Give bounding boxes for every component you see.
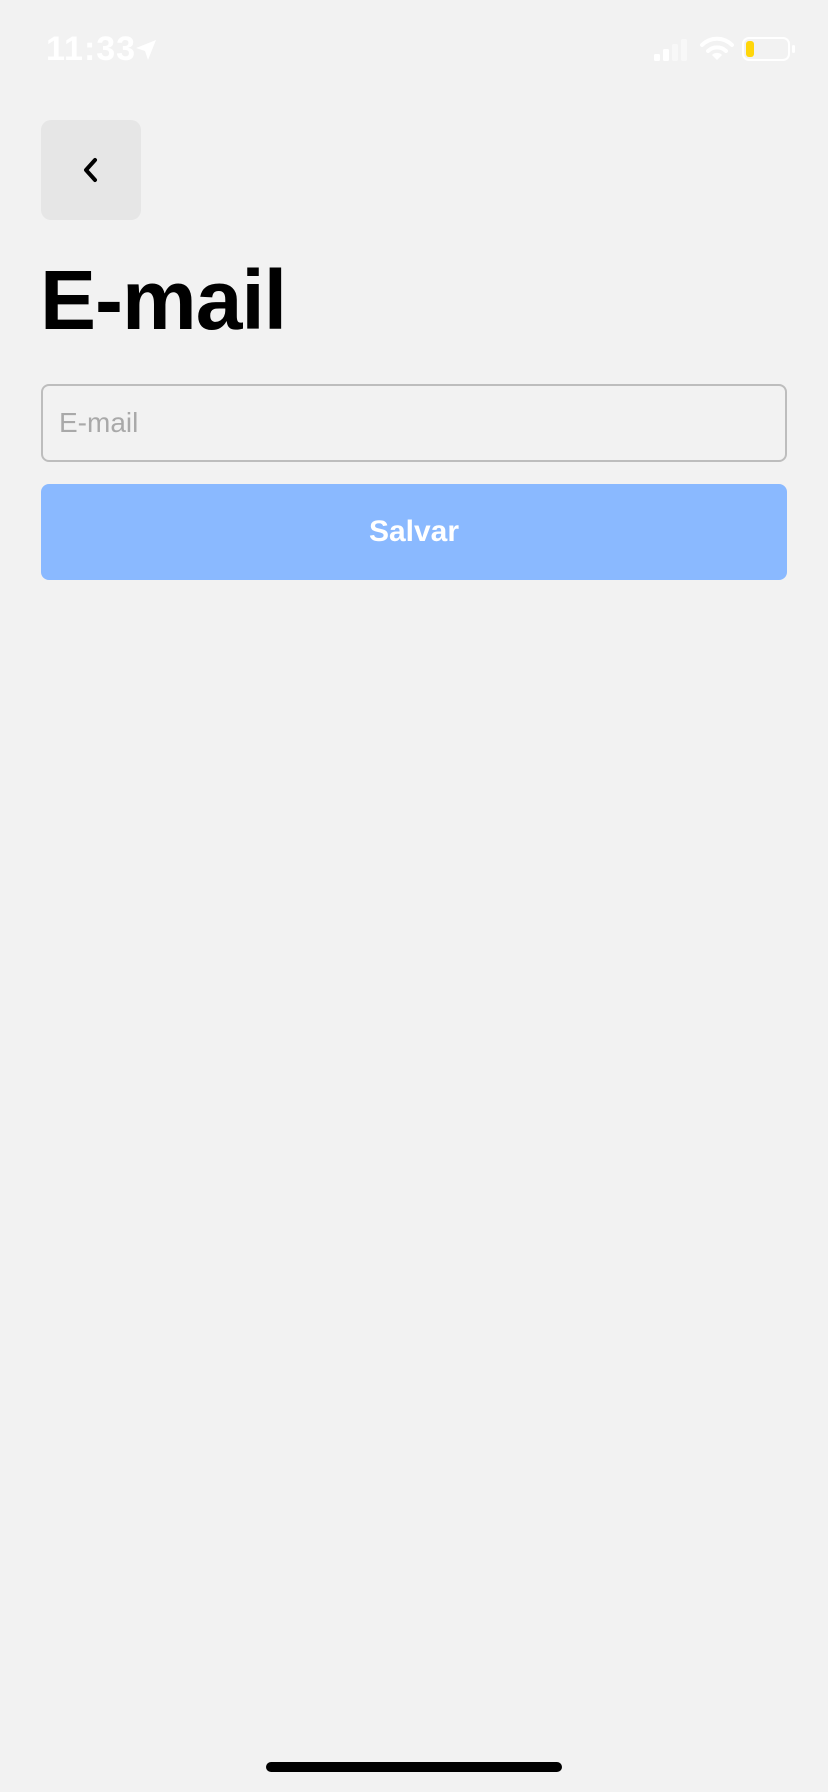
email-field[interactable]	[41, 384, 787, 462]
back-button[interactable]	[41, 120, 141, 220]
save-button[interactable]: Salvar	[41, 484, 787, 580]
status-bar: 11:33	[0, 0, 828, 100]
chevron-left-icon	[84, 158, 97, 182]
wifi-icon	[700, 36, 734, 60]
location-arrow-icon	[136, 40, 156, 60]
home-indicator[interactable]	[266, 1762, 562, 1772]
battery-icon	[742, 37, 795, 61]
cellular-signal-icon	[654, 39, 687, 61]
page-title: E-mail	[40, 253, 287, 347]
status-time: 11:33	[46, 30, 137, 68]
